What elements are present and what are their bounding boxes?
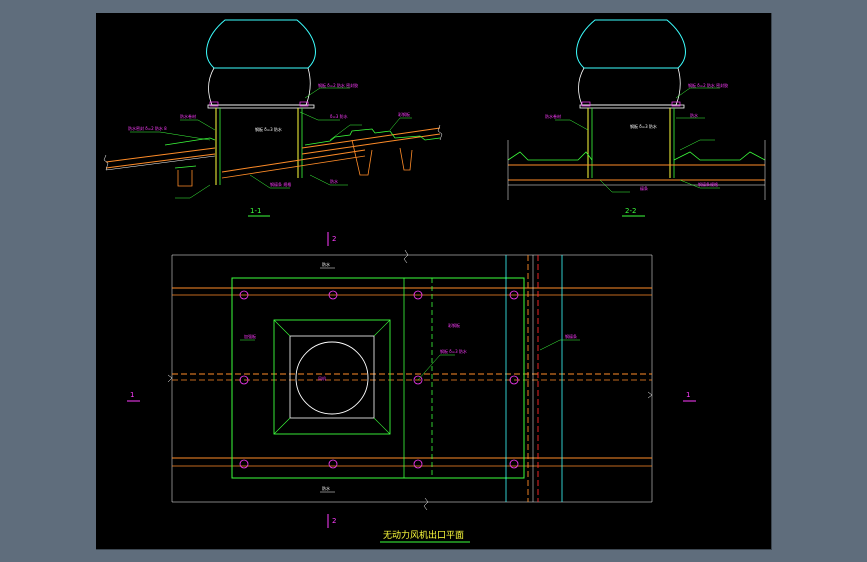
marker-left: 1 [130,391,134,399]
marker-top: 2 [332,235,336,243]
cad-viewport[interactable]: 钢板 δ=2 防水 密封胶 钢板 δ=3 防水 防水密封 δ=2 防水 8 防水… [96,13,772,550]
callout-1-bottom2: 防水 [330,178,338,184]
section-1-1: 钢板 δ=2 防水 密封胶 钢板 δ=3 防水 防水密封 δ=2 防水 8 防水… [103,19,443,217]
callout-1-left1: 防水密封 δ=2 防水 8 [128,125,167,131]
section-2-2-title: 2-2 [625,207,636,215]
callout-1-bottom1: 钢檩条 规格 [270,181,291,187]
plan-callout-b: 加强板 [244,333,256,339]
callout-2-right: 防水 [690,112,698,118]
callout-1-left2: 防水卷材 [180,113,196,119]
callout-1-right2: δ=3 防水 [330,113,348,119]
callout-1-right1: 彩钢板 [398,111,410,117]
fan-dome-icon [206,19,316,69]
plan-callout-c: 钢板 δ=3 防水 [440,348,467,354]
plan-callout-d: 钢檩条 [565,333,577,339]
callout-1-mid: 钢板 δ=3 防水 [255,126,282,132]
fan-opening-icon [295,341,369,415]
callout-2-bottom1: 檩条 [640,185,648,191]
section-1-1-title: 1-1 [250,207,261,215]
fan-throat [208,67,311,106]
callout-2-bottom2: 钢檩条规格 [698,181,718,187]
callout-1-top: 钢板 δ=2 防水 密封胶 [318,82,358,88]
section-2-2: 钢板 δ=2 防水 密封胶 钢板 δ=3 防水 防水卷材 防水 檩条 钢檩条规格… [507,19,766,217]
plan-title: 无动力风机出口平面 [383,529,464,541]
plan-center-label: 风机 [318,375,326,381]
plan-callout-a: 彩钢板 [448,322,460,328]
fan-dome-icon [576,19,686,69]
bolt-holes [239,290,519,469]
cad-drawing: 钢板 δ=2 防水 密封胶 钢板 δ=3 防水 防水密封 δ=2 防水 8 防水… [103,19,766,543]
plan-view: 1 1 2 2 风机 彩钢板 钢板 δ=3 防水 加强板 钢檩条 防水 防水 无… [127,232,696,543]
marker-right: 1 [686,391,690,399]
callout-2-top: 钢板 δ=2 防水 密封胶 [688,82,728,88]
callout-2-left: 防水卷材 [545,113,561,119]
plan-callout-f: 防水 [322,485,330,491]
callout-2-mid: 钢板 δ=3 防水 [630,123,657,129]
marker-bottom: 2 [332,517,336,525]
plan-callout-e: 防水 [322,261,330,267]
